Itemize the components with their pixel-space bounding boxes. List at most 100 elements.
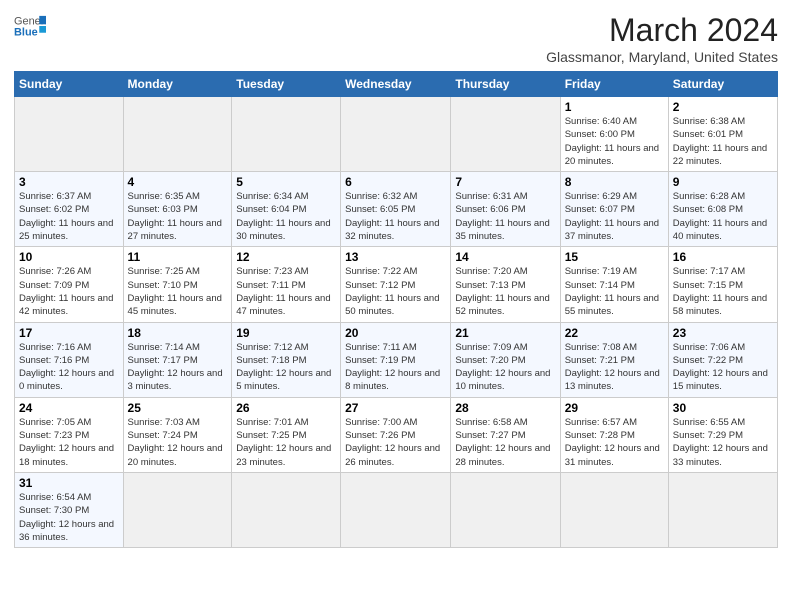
day-number: 27 (345, 401, 446, 415)
day-number: 24 (19, 401, 119, 415)
day-cell: 10Sunrise: 7:26 AM Sunset: 7:09 PM Dayli… (15, 247, 124, 322)
day-number: 16 (673, 250, 773, 264)
day-info: Sunrise: 7:11 AM Sunset: 7:19 PM Dayligh… (345, 341, 446, 394)
day-cell: 30Sunrise: 6:55 AM Sunset: 7:29 PM Dayli… (668, 397, 777, 472)
col-saturday: Saturday (668, 72, 777, 97)
day-number: 1 (565, 100, 664, 114)
day-cell: 6Sunrise: 6:32 AM Sunset: 6:05 PM Daylig… (341, 172, 451, 247)
day-number: 29 (565, 401, 664, 415)
day-info: Sunrise: 7:09 AM Sunset: 7:20 PM Dayligh… (455, 341, 555, 394)
day-number: 9 (673, 175, 773, 189)
day-info: Sunrise: 7:08 AM Sunset: 7:21 PM Dayligh… (565, 341, 664, 394)
generalblue-logo-icon: General Blue (14, 12, 46, 40)
calendar-table: Sunday Monday Tuesday Wednesday Thursday… (14, 71, 778, 548)
day-info: Sunrise: 7:17 AM Sunset: 7:15 PM Dayligh… (673, 265, 773, 318)
day-number: 26 (236, 401, 336, 415)
day-cell: 17Sunrise: 7:16 AM Sunset: 7:16 PM Dayli… (15, 322, 124, 397)
day-number: 4 (128, 175, 228, 189)
day-number: 22 (565, 326, 664, 340)
day-cell: 19Sunrise: 7:12 AM Sunset: 7:18 PM Dayli… (232, 322, 341, 397)
day-info: Sunrise: 6:37 AM Sunset: 6:02 PM Dayligh… (19, 190, 119, 243)
day-cell: 21Sunrise: 7:09 AM Sunset: 7:20 PM Dayli… (451, 322, 560, 397)
day-info: Sunrise: 6:35 AM Sunset: 6:03 PM Dayligh… (128, 190, 228, 243)
day-cell: 18Sunrise: 7:14 AM Sunset: 7:17 PM Dayli… (123, 322, 232, 397)
day-number: 20 (345, 326, 446, 340)
day-info: Sunrise: 6:29 AM Sunset: 6:07 PM Dayligh… (565, 190, 664, 243)
day-number: 19 (236, 326, 336, 340)
day-number: 13 (345, 250, 446, 264)
day-info: Sunrise: 6:32 AM Sunset: 6:05 PM Dayligh… (345, 190, 446, 243)
day-info: Sunrise: 6:38 AM Sunset: 6:01 PM Dayligh… (673, 115, 773, 168)
day-cell: 24Sunrise: 7:05 AM Sunset: 7:23 PM Dayli… (15, 397, 124, 472)
day-info: Sunrise: 7:03 AM Sunset: 7:24 PM Dayligh… (128, 416, 228, 469)
day-number: 28 (455, 401, 555, 415)
day-info: Sunrise: 7:12 AM Sunset: 7:18 PM Dayligh… (236, 341, 336, 394)
day-info: Sunrise: 7:06 AM Sunset: 7:22 PM Dayligh… (673, 341, 773, 394)
day-number: 21 (455, 326, 555, 340)
day-cell: 27Sunrise: 7:00 AM Sunset: 7:26 PM Dayli… (341, 397, 451, 472)
day-cell: 7Sunrise: 6:31 AM Sunset: 6:06 PM Daylig… (451, 172, 560, 247)
day-cell (451, 97, 560, 172)
day-number: 15 (565, 250, 664, 264)
logo: General Blue (14, 12, 46, 40)
day-cell: 1Sunrise: 6:40 AM Sunset: 6:00 PM Daylig… (560, 97, 668, 172)
calendar-subtitle: Glassmanor, Maryland, United States (546, 49, 778, 65)
day-number: 3 (19, 175, 119, 189)
day-number: 6 (345, 175, 446, 189)
day-cell: 31Sunrise: 6:54 AM Sunset: 7:30 PM Dayli… (15, 472, 124, 547)
day-cell: 28Sunrise: 6:58 AM Sunset: 7:27 PM Dayli… (451, 397, 560, 472)
day-number: 14 (455, 250, 555, 264)
day-number: 10 (19, 250, 119, 264)
day-cell (232, 97, 341, 172)
day-info: Sunrise: 6:31 AM Sunset: 6:06 PM Dayligh… (455, 190, 555, 243)
day-info: Sunrise: 7:05 AM Sunset: 7:23 PM Dayligh… (19, 416, 119, 469)
day-cell: 13Sunrise: 7:22 AM Sunset: 7:12 PM Dayli… (341, 247, 451, 322)
day-cell (451, 472, 560, 547)
day-info: Sunrise: 7:14 AM Sunset: 7:17 PM Dayligh… (128, 341, 228, 394)
day-cell: 26Sunrise: 7:01 AM Sunset: 7:25 PM Dayli… (232, 397, 341, 472)
day-info: Sunrise: 6:58 AM Sunset: 7:27 PM Dayligh… (455, 416, 555, 469)
col-tuesday: Tuesday (232, 72, 341, 97)
day-cell: 29Sunrise: 6:57 AM Sunset: 7:28 PM Dayli… (560, 397, 668, 472)
day-cell (123, 472, 232, 547)
day-info: Sunrise: 7:20 AM Sunset: 7:13 PM Dayligh… (455, 265, 555, 318)
day-cell (341, 97, 451, 172)
col-friday: Friday (560, 72, 668, 97)
col-wednesday: Wednesday (341, 72, 451, 97)
day-info: Sunrise: 6:54 AM Sunset: 7:30 PM Dayligh… (19, 491, 119, 544)
day-cell: 9Sunrise: 6:28 AM Sunset: 6:08 PM Daylig… (668, 172, 777, 247)
day-number: 2 (673, 100, 773, 114)
day-cell: 23Sunrise: 7:06 AM Sunset: 7:22 PM Dayli… (668, 322, 777, 397)
calendar-title: March 2024 (546, 12, 778, 49)
day-info: Sunrise: 7:23 AM Sunset: 7:11 PM Dayligh… (236, 265, 336, 318)
day-cell (341, 472, 451, 547)
day-cell: 3Sunrise: 6:37 AM Sunset: 6:02 PM Daylig… (15, 172, 124, 247)
day-info: Sunrise: 6:55 AM Sunset: 7:29 PM Dayligh… (673, 416, 773, 469)
day-number: 11 (128, 250, 228, 264)
day-cell (15, 97, 124, 172)
day-cell (232, 472, 341, 547)
day-number: 5 (236, 175, 336, 189)
day-cell (560, 472, 668, 547)
day-cell: 4Sunrise: 6:35 AM Sunset: 6:03 PM Daylig… (123, 172, 232, 247)
day-cell: 5Sunrise: 6:34 AM Sunset: 6:04 PM Daylig… (232, 172, 341, 247)
day-info: Sunrise: 6:28 AM Sunset: 6:08 PM Dayligh… (673, 190, 773, 243)
day-number: 12 (236, 250, 336, 264)
title-block: March 2024 Glassmanor, Maryland, United … (546, 12, 778, 65)
col-sunday: Sunday (15, 72, 124, 97)
week-row-3: 10Sunrise: 7:26 AM Sunset: 7:09 PM Dayli… (15, 247, 778, 322)
day-info: Sunrise: 6:57 AM Sunset: 7:28 PM Dayligh… (565, 416, 664, 469)
col-monday: Monday (123, 72, 232, 97)
week-row-6: 31Sunrise: 6:54 AM Sunset: 7:30 PM Dayli… (15, 472, 778, 547)
day-info: Sunrise: 7:22 AM Sunset: 7:12 PM Dayligh… (345, 265, 446, 318)
day-number: 7 (455, 175, 555, 189)
day-number: 31 (19, 476, 119, 490)
day-info: Sunrise: 7:26 AM Sunset: 7:09 PM Dayligh… (19, 265, 119, 318)
day-number: 17 (19, 326, 119, 340)
week-row-2: 3Sunrise: 6:37 AM Sunset: 6:02 PM Daylig… (15, 172, 778, 247)
day-number: 30 (673, 401, 773, 415)
day-cell: 8Sunrise: 6:29 AM Sunset: 6:07 PM Daylig… (560, 172, 668, 247)
col-thursday: Thursday (451, 72, 560, 97)
day-info: Sunrise: 7:00 AM Sunset: 7:26 PM Dayligh… (345, 416, 446, 469)
day-info: Sunrise: 7:25 AM Sunset: 7:10 PM Dayligh… (128, 265, 228, 318)
